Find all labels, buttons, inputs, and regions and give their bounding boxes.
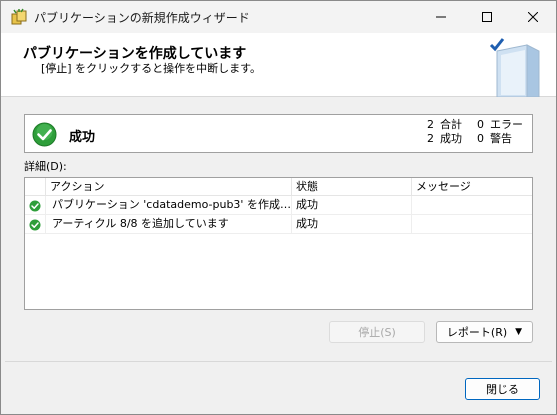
row-message (412, 196, 532, 215)
row-status: 成功 (292, 196, 412, 215)
error-label: エラー (490, 118, 523, 131)
footer-separator (5, 361, 552, 362)
success-count: 2 (427, 132, 434, 145)
wizard-book-icon (489, 38, 540, 97)
success-small-icon (29, 219, 41, 230)
status-summary: 成功 2 合計 0 エラー 2 成功 0 警告 (24, 114, 533, 153)
column-header-status[interactable]: 状態 (292, 178, 412, 196)
column-header-action[interactable]: アクション (46, 178, 292, 196)
header-banner: パブリケーションを作成しています [停止] をクリックすると操作を中断します。 (1, 33, 556, 97)
wizard-window: パブリケーションの新規作成ウィザード パブリケーションを作成しています [停止]… (0, 0, 557, 415)
row-status-cell (25, 215, 46, 234)
stop-button-label: 停止(S) (358, 326, 396, 339)
row-status-cell (25, 196, 46, 215)
status-label: 成功 (69, 130, 96, 145)
row-status: 成功 (292, 215, 412, 234)
row-message (412, 215, 532, 234)
close-button[interactable]: 閉じる (465, 378, 540, 400)
success-label: 成功 (440, 132, 462, 145)
error-count: 0 (477, 118, 484, 131)
report-button[interactable]: レポート(R) ▼ (436, 321, 533, 343)
total-label: 合計 (440, 118, 462, 131)
success-small-icon (29, 200, 41, 211)
minimize-button[interactable] (418, 1, 464, 33)
count-row-total: 2 合計 0 エラー (422, 118, 523, 132)
details-label: 詳細(D): (24, 160, 67, 173)
column-header-message[interactable]: メッセージ (412, 178, 532, 196)
stop-button[interactable]: 停止(S) (329, 321, 425, 343)
warning-label: 警告 (490, 132, 512, 145)
window-title: パブリケーションの新規作成ウィザード (34, 11, 250, 25)
success-check-icon (32, 122, 57, 147)
dropdown-arrow-icon: ▼ (515, 327, 523, 337)
column-header-icon[interactable] (25, 178, 46, 196)
title-bar[interactable]: パブリケーションの新規作成ウィザード (1, 1, 556, 33)
close-button-label: 閉じる (486, 383, 519, 396)
count-row-success: 2 成功 0 警告 (422, 132, 522, 146)
status-counts: 2 合計 0 エラー 2 成功 0 警告 (422, 118, 523, 146)
banner-subtitle: [停止] をクリックすると操作を中断します。 (41, 62, 261, 75)
close-window-button[interactable] (510, 1, 556, 33)
report-button-label: レポート(R) (446, 326, 508, 339)
minimize-icon (436, 16, 446, 18)
row-action: アーティクル 8/8 を追加しています (46, 215, 292, 234)
total-count: 2 (427, 118, 434, 131)
wizard-app-icon (11, 8, 27, 25)
table-row[interactable]: アーティクル 8/8 を追加しています 成功 (25, 215, 532, 234)
row-action: パブリケーション 'cdatademo-pub3' を作成して... (46, 196, 292, 215)
table-row[interactable]: パブリケーション 'cdatademo-pub3' を作成して... 成功 (25, 196, 532, 215)
maximize-icon (482, 12, 492, 22)
close-icon (528, 12, 538, 22)
details-table[interactable]: アクション 状態 メッセージ パブリケーション 'cdatademo-pub3'… (24, 177, 533, 310)
table-header: アクション 状態 メッセージ (25, 178, 532, 196)
warning-count: 0 (477, 132, 484, 145)
maximize-button[interactable] (464, 1, 510, 33)
